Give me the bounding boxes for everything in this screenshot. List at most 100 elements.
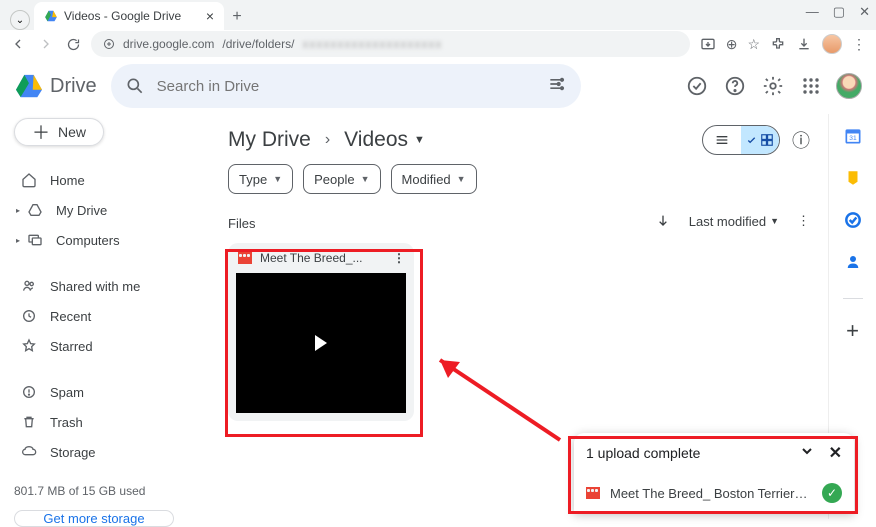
apps-grid-icon[interactable] (798, 73, 824, 99)
browser-tab[interactable]: Videos - Google Drive × (34, 2, 224, 30)
sidebar-item-starred[interactable]: Starred (14, 332, 200, 360)
details-icon[interactable]: ⓘ (792, 127, 810, 153)
back-button[interactable] (10, 36, 26, 52)
toast-title: 1 upload complete (586, 445, 700, 461)
toast-file-row[interactable]: Meet The Breed_ Boston Terriers, The ...… (574, 473, 854, 513)
sidebar-item-shared[interactable]: Shared with me (14, 272, 200, 300)
sidebar-item-computers[interactable]: ▸Computers (14, 226, 200, 254)
search-bar[interactable] (111, 64, 581, 108)
url-field[interactable]: drive.google.com/drive/folders/xxxxxxxxx… (91, 31, 690, 57)
filter-chips: Type▼ People▼ Modified▼ (228, 164, 810, 194)
url-obscured: xxxxxxxxxxxxxxxxxxxx (302, 37, 442, 51)
home-icon (20, 172, 38, 188)
downloads-icon[interactable] (796, 36, 812, 52)
starred-icon (20, 338, 38, 354)
sort-direction-icon[interactable] (655, 213, 671, 229)
list-view-button[interactable] (703, 126, 741, 154)
tab-close-icon[interactable]: × (206, 8, 214, 24)
tab-bar: ⌄ Videos - Google Drive × + ― ▢ ✕ (0, 0, 876, 30)
expand-icon[interactable]: ▸ (16, 206, 20, 215)
caret-down-icon: ▼ (457, 174, 466, 184)
trash-icon (20, 414, 38, 430)
rail-divider (843, 298, 863, 299)
get-addons-icon[interactable]: + (843, 321, 863, 341)
expand-icon[interactable]: ▸ (16, 236, 20, 245)
chrome-menu-icon[interactable]: ⋮ (852, 36, 866, 53)
window-minimize-icon[interactable]: ― (806, 4, 819, 20)
search-options-icon[interactable] (547, 74, 567, 98)
sidebar-item-home[interactable]: Home (14, 166, 200, 194)
view-toggle (702, 125, 780, 155)
recent-icon (20, 308, 38, 324)
sort-row: Last modified ▼ ⋮ (228, 213, 810, 229)
search-input[interactable] (157, 78, 535, 95)
file-header: Meet The Breed_... ⋮ (228, 243, 414, 273)
addr-right-icons: ⊕ ☆ ⋮ (700, 34, 866, 54)
url-host: drive.google.com (123, 37, 214, 51)
toast-file-name: Meet The Breed_ Boston Terriers, The ... (610, 486, 812, 501)
install-app-icon[interactable] (700, 36, 716, 52)
toast-close-icon[interactable]: ✕ (829, 443, 842, 464)
caret-down-icon: ▼ (273, 174, 282, 184)
contacts-icon[interactable] (843, 252, 863, 272)
calendar-icon[interactable]: 31 (843, 126, 863, 146)
sidebar-item-trash[interactable]: Trash (14, 408, 200, 436)
settings-icon[interactable] (760, 73, 786, 99)
drive-logo-icon (14, 73, 44, 99)
header-actions (684, 73, 862, 99)
caret-down-icon: ▼ (770, 216, 779, 226)
upload-toast: 1 upload complete ✕ Meet The Breed_ Bost… (574, 433, 854, 513)
new-tab-button[interactable]: + (224, 4, 250, 30)
breadcrumb-root[interactable]: My Drive (228, 128, 311, 152)
tabs-dropdown[interactable]: ⌄ (10, 10, 30, 30)
forward-button[interactable] (38, 36, 54, 52)
breadcrumb: My Drive › Videos ▼ ⓘ (228, 120, 810, 160)
profile-avatar[interactable] (822, 34, 842, 54)
sidebar-item-spam[interactable]: Spam (14, 378, 200, 406)
file-more-menu[interactable]: ⋮ (393, 251, 406, 265)
plus-icon: ＋ (32, 119, 50, 145)
upload-done-icon: ✓ (822, 483, 842, 503)
sidebar-item-storage[interactable]: Storage (14, 438, 200, 466)
storage-text: 801.7 MB of 15 GB used (14, 484, 200, 498)
tab-title: Videos - Google Drive (64, 9, 181, 23)
url-path: /drive/folders/ (222, 37, 294, 51)
filter-type[interactable]: Type▼ (228, 164, 293, 194)
file-card[interactable]: Meet The Breed_... ⋮ (228, 243, 414, 421)
window-close-icon[interactable]: ✕ (859, 4, 870, 20)
toast-header: 1 upload complete ✕ (574, 433, 854, 473)
keep-icon[interactable] (843, 168, 863, 188)
file-thumbnail[interactable] (236, 273, 406, 413)
svg-text:31: 31 (849, 135, 857, 142)
site-info-icon (103, 38, 115, 50)
window-maximize-icon[interactable]: ▢ (833, 4, 845, 20)
zoom-icon[interactable]: ⊕ (726, 36, 738, 53)
extensions-icon[interactable] (770, 36, 786, 52)
sort-dropdown[interactable]: Last modified ▼ (689, 214, 779, 229)
bookmark-icon[interactable]: ☆ (747, 36, 760, 53)
account-avatar[interactable] (836, 73, 862, 99)
computers-icon (26, 232, 44, 248)
help-icon[interactable] (722, 73, 748, 99)
view-controls: ⓘ (702, 125, 810, 155)
toast-collapse-icon[interactable] (799, 443, 815, 464)
browser-chrome: ⌄ Videos - Google Drive × + ― ▢ ✕ drive.… (0, 0, 876, 58)
search-icon (125, 76, 145, 96)
breadcrumb-current[interactable]: Videos ▼ (344, 128, 425, 152)
grid-view-button[interactable] (741, 126, 779, 154)
more-options-icon[interactable]: ⋮ (797, 213, 810, 229)
new-button[interactable]: ＋ New (14, 118, 104, 146)
sidebar-item-my-drive[interactable]: ▸My Drive (14, 196, 200, 224)
video-file-icon (586, 487, 600, 499)
filter-people[interactable]: People▼ (303, 164, 380, 194)
sidebar-item-recent[interactable]: Recent (14, 302, 200, 330)
drive-logo[interactable]: Drive (14, 73, 97, 99)
reload-button[interactable] (66, 37, 81, 52)
tasks-icon[interactable] (843, 210, 863, 230)
ready-offline-icon[interactable] (684, 73, 710, 99)
chevron-right-icon: › (325, 131, 330, 149)
storage-icon (20, 444, 38, 460)
filter-modified[interactable]: Modified▼ (391, 164, 477, 194)
drive-icon (26, 202, 44, 218)
drive-favicon-icon (44, 9, 58, 23)
